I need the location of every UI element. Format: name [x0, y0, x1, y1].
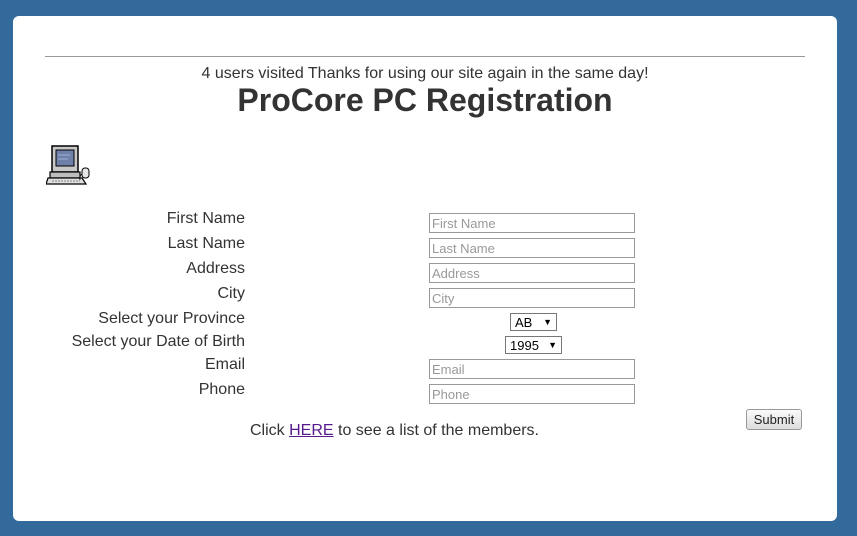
page-title: ProCore PC Registration	[237, 82, 613, 118]
footer-suffix: to see a list of the members.	[333, 422, 539, 439]
chevron-down-icon: ▼	[543, 317, 552, 327]
submit-button[interactable]: Submit	[746, 409, 802, 430]
first-name-input[interactable]	[429, 213, 635, 233]
birth-year-selected-value: 1995	[510, 337, 539, 353]
birth-year-label: Select your Date of Birth	[71, 333, 245, 350]
province-select[interactable]: AB ▼	[510, 313, 557, 331]
city-input[interactable]	[429, 288, 635, 308]
province-label: Select your Province	[98, 310, 245, 327]
chevron-down-icon: ▼	[548, 340, 557, 350]
registration-card: 4 users visited Thanks for using our sit…	[13, 16, 837, 521]
computer-icon	[46, 145, 90, 185]
birth-year-select[interactable]: 1995 ▼	[505, 336, 562, 354]
horizontal-divider	[45, 56, 805, 57]
last-name-label: Last Name	[167, 235, 245, 252]
members-list-note: Click HERE to see a list of the members.	[250, 422, 539, 440]
phone-label: Phone	[198, 381, 245, 398]
address-input[interactable]	[429, 263, 635, 283]
footer-prefix: Click	[250, 422, 290, 439]
email-input[interactable]	[429, 359, 635, 379]
address-label: Address	[186, 260, 245, 277]
last-name-input[interactable]	[429, 238, 635, 258]
city-label: City	[217, 285, 245, 302]
phone-input[interactable]	[429, 384, 635, 404]
email-label: Email	[204, 356, 245, 373]
province-selected-value: AB	[515, 314, 533, 330]
members-list-link[interactable]: HERE	[289, 422, 333, 439]
visit-counter-message: 4 users visited Thanks for using our sit…	[201, 65, 649, 82]
first-name-label: First Name	[166, 210, 245, 227]
